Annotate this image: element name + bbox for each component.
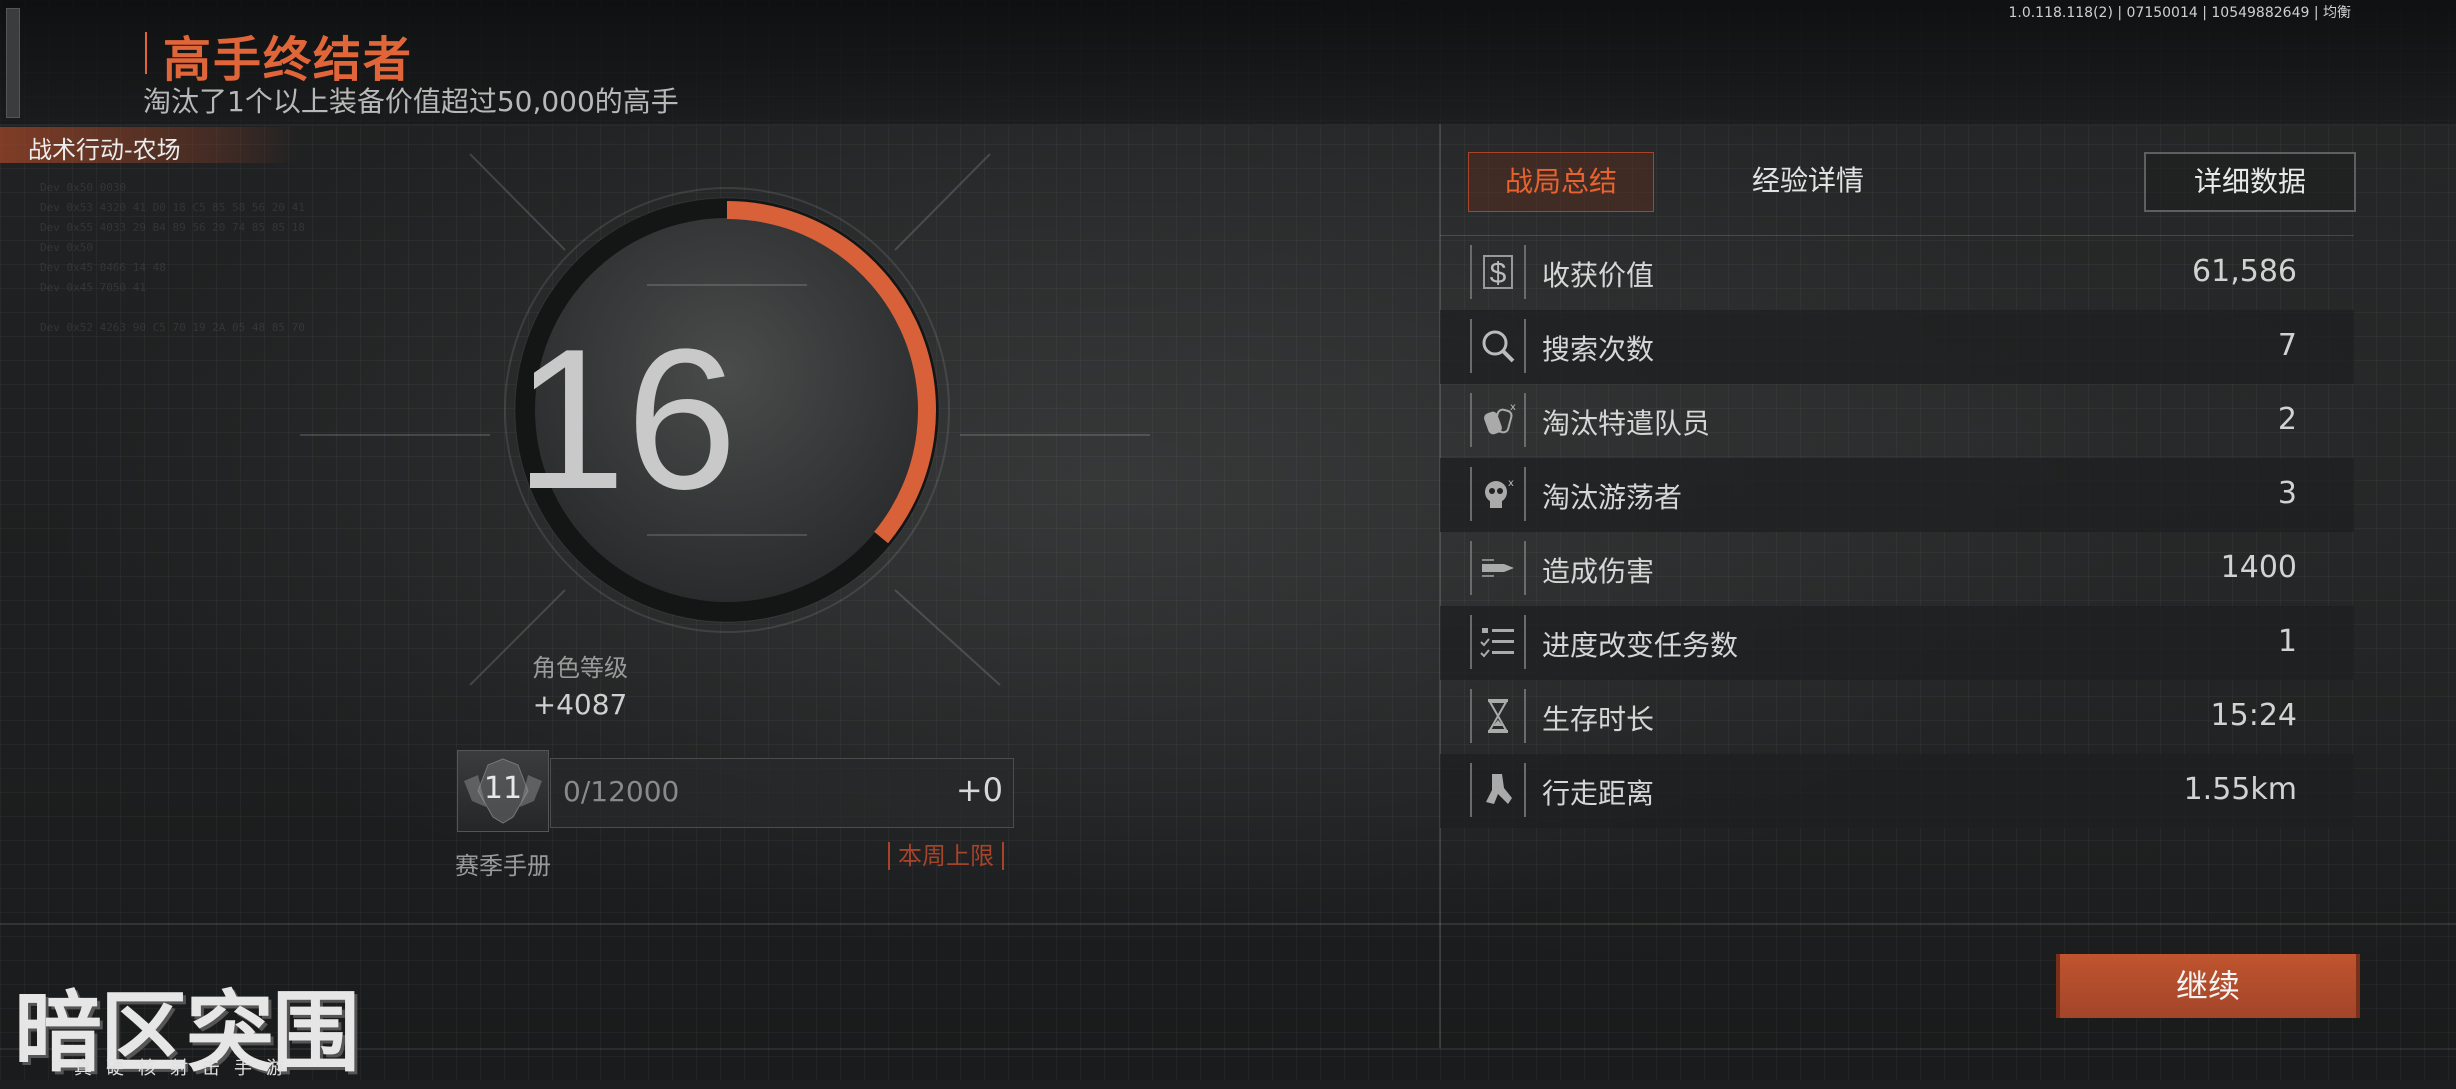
logo-tagline: 真硬核射击手游	[74, 1058, 298, 1079]
svg-text:x: x	[1508, 478, 1514, 489]
stat-label: 造成伤害	[1542, 555, 1655, 588]
continue-button[interactable]: 继续	[2056, 954, 2360, 1018]
dollar-icon: $	[1470, 245, 1526, 299]
stat-label: 搜索次数	[1542, 333, 1655, 366]
bullet-icon	[1470, 541, 1526, 595]
stat-value: 15:24	[2210, 698, 2297, 733]
level-label: 角色等级	[532, 654, 628, 682]
stat-row: 生存时长 15:24	[1440, 680, 2354, 754]
stat-value: 7	[2277, 328, 2297, 363]
season-progress-bar: 0/12000 +0	[550, 758, 1014, 828]
hourglass-icon	[1470, 689, 1526, 743]
stat-row: 造成伤害 1400	[1440, 532, 2354, 606]
stat-row: x 淘汰游荡者 3	[1440, 458, 2354, 532]
stat-label: 淘汰游荡者	[1542, 481, 1683, 514]
map-name: 战术行动-农场	[28, 136, 181, 164]
header-notch	[6, 8, 20, 118]
game-logo: 暗区突围 真硬核射击手游	[14, 962, 360, 1089]
version-info: 1.0.118.118(2) | 07150014 | 10549882649 …	[2008, 5, 2351, 21]
search-icon	[1470, 319, 1526, 373]
stat-value: 1.55km	[2183, 772, 2297, 807]
page-subtitle: 淘汰了1个以上装备价值超过50,000的高手	[143, 85, 679, 118]
svg-text:$: $	[1490, 257, 1507, 290]
checklist-icon	[1470, 615, 1526, 669]
detail-data-button[interactable]: 详细数据	[2144, 152, 2356, 212]
skull-icon: x	[1470, 467, 1526, 521]
level-exp-gain: +4087	[532, 688, 628, 721]
level-number: 16	[514, 308, 738, 531]
stat-label: 生存时长	[1542, 703, 1655, 736]
stat-value: 1400	[2220, 550, 2297, 585]
stat-row: x 淘汰特遣队员 2	[1440, 384, 2354, 458]
dogtag-icon: x	[1470, 393, 1526, 447]
decorative-code: Dev 0x50 0030 Dev 0x53 4320 41 D0 18 C5 8…	[40, 181, 305, 334]
svg-text:x: x	[1510, 402, 1516, 413]
stat-label: 收获价值	[1542, 259, 1655, 292]
tab-summary[interactable]: 战局总结	[1468, 152, 1654, 212]
stat-label: 行走距离	[1542, 777, 1655, 810]
footer-divider-bottom	[0, 1048, 2456, 1050]
stat-row: 搜索次数 7	[1440, 310, 2354, 384]
stat-label: 淘汰特遣队员	[1542, 407, 1711, 440]
season-gain: +0	[955, 771, 1003, 809]
season-label: 赛季手册	[455, 852, 551, 880]
stat-row: 行走距离 1.55km	[1440, 754, 2354, 828]
footer-divider	[0, 923, 2456, 925]
stat-row: 进度改变任务数 1	[1440, 606, 2354, 680]
tab-exp-details[interactable]: 经验详情	[1718, 152, 1898, 210]
stat-value: 61,586	[2192, 254, 2297, 289]
stat-value: 2	[2277, 402, 2297, 437]
stat-row: $ 收获价值 61,586	[1440, 236, 2354, 310]
season-badge-level: 11	[483, 771, 523, 806]
walking-icon	[1470, 763, 1526, 817]
season-badge[interactable]: 11	[457, 750, 549, 832]
week-limit-badge: 本周上限	[888, 842, 1004, 870]
stat-value: 3	[2277, 476, 2297, 511]
map-tag: 战术行动-农场	[0, 127, 300, 164]
stat-value: 1	[2277, 624, 2297, 659]
stat-label: 进度改变任务数	[1542, 629, 1739, 662]
season-progress-text: 0/12000	[563, 775, 680, 808]
